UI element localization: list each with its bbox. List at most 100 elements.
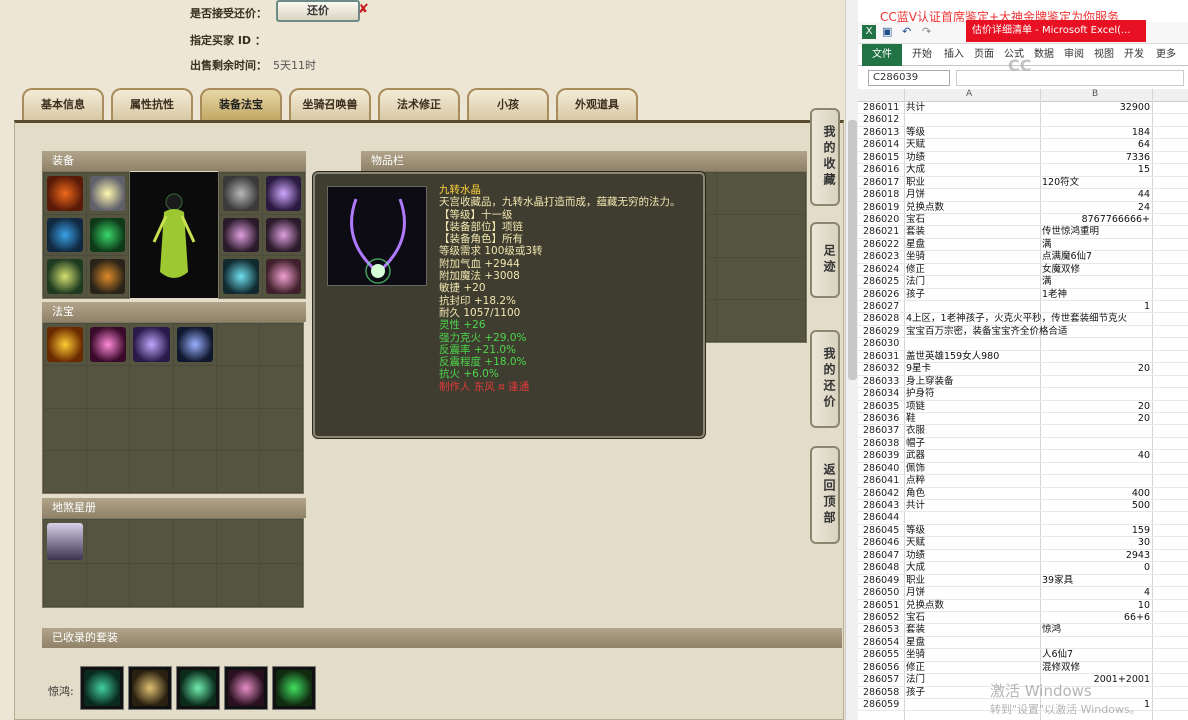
cell-a[interactable]: 月饼: [904, 587, 1040, 599]
treasure-slot[interactable]: [130, 408, 173, 450]
row-number[interactable]: 286028: [858, 313, 904, 325]
star-map-slot[interactable]: [44, 563, 87, 606]
cell-a[interactable]: 法门: [904, 276, 1040, 288]
cell-a[interactable]: 佩饰: [904, 463, 1040, 475]
cell-b[interactable]: 1: [1040, 301, 1152, 313]
close-x-icon[interactable]: ✘: [358, 2, 369, 17]
cell-b[interactable]: 人6仙7: [1042, 649, 1154, 661]
equip-slot[interactable]: [262, 173, 304, 214]
column-header-a[interactable]: A: [966, 89, 972, 99]
row-number[interactable]: 286045: [858, 525, 904, 537]
set-item[interactable]: [272, 666, 316, 710]
ribbon-tab-file[interactable]: 文件: [862, 44, 902, 66]
counter-offer-button[interactable]: 还价: [276, 0, 360, 22]
treasure-slot[interactable]: [259, 324, 302, 366]
row-number[interactable]: 286035: [858, 401, 904, 413]
treasure-slot[interactable]: [216, 408, 259, 450]
cell-b[interactable]: 120符文: [1042, 177, 1154, 189]
cell-a[interactable]: 功绩: [904, 152, 1040, 164]
tab-attributes[interactable]: 属性抗性: [111, 88, 193, 120]
cell-a[interactable]: 宝石: [904, 612, 1040, 624]
star-map-slot[interactable]: [130, 563, 173, 606]
tab-spell-correction[interactable]: 法术修正: [378, 88, 460, 120]
equip-slot[interactable]: [86, 214, 128, 256]
star-map-slot[interactable]: [259, 563, 302, 606]
row-number[interactable]: 286059: [858, 699, 904, 711]
cell-a[interactable]: 共计: [904, 102, 1040, 114]
row-number[interactable]: 286030: [858, 338, 904, 350]
cell-a[interactable]: 职业: [904, 177, 1040, 189]
cell-a[interactable]: 大成: [904, 562, 1040, 574]
treasure-slot[interactable]: [216, 450, 259, 492]
treasure-slot[interactable]: [130, 324, 173, 366]
ribbon-tab-review[interactable]: 审阅: [1064, 44, 1084, 66]
row-number[interactable]: 286016: [858, 164, 904, 176]
undo-icon[interactable]: ↶: [902, 25, 911, 38]
column-header-b[interactable]: B: [1092, 89, 1098, 99]
cell-a[interactable]: 天赋: [904, 139, 1040, 151]
row-number[interactable]: 286029: [858, 326, 904, 338]
cell-a[interactable]: 等级: [904, 525, 1040, 537]
my-favorites-button[interactable]: 我的收藏: [810, 108, 840, 206]
cell-a[interactable]: 衣服: [904, 425, 1040, 437]
cell-a[interactable]: 鞋: [904, 413, 1040, 425]
row-number[interactable]: 286046: [858, 537, 904, 549]
cell-a[interactable]: 职业: [904, 575, 1040, 587]
row-number[interactable]: 286039: [858, 450, 904, 462]
cell-b[interactable]: 159: [1040, 525, 1152, 537]
row-number[interactable]: 286032: [858, 363, 904, 375]
cell-b[interactable]: 30: [1040, 537, 1152, 549]
inventory-slot[interactable]: [717, 299, 805, 341]
set-item[interactable]: [80, 666, 124, 710]
row-number[interactable]: 286022: [858, 239, 904, 251]
treasure-slot[interactable]: [259, 366, 302, 408]
treasure-slot[interactable]: [44, 324, 87, 366]
treasure-slot[interactable]: [44, 408, 87, 450]
row-number[interactable]: 286043: [858, 500, 904, 512]
row-number[interactable]: 286058: [858, 687, 904, 699]
row-number[interactable]: 286027: [858, 301, 904, 313]
cell-b[interactable]: 惊鸿: [1042, 624, 1154, 636]
cell-b[interactable]: 20: [1040, 363, 1152, 375]
row-number[interactable]: 286050: [858, 587, 904, 599]
cell-b[interactable]: 66+6: [1040, 612, 1152, 624]
row-number[interactable]: 286036: [858, 413, 904, 425]
row-number[interactable]: 286040: [858, 463, 904, 475]
row-number[interactable]: 286056: [858, 662, 904, 674]
treasure-slot[interactable]: [259, 450, 302, 492]
tab-children[interactable]: 小孩: [467, 88, 549, 120]
cell-b[interactable]: 24: [1040, 202, 1152, 214]
treasure-slot[interactable]: [87, 324, 130, 366]
cell-a[interactable]: 点粹: [904, 475, 1040, 487]
cell-b[interactable]: 8767766666+: [1040, 214, 1152, 226]
row-number[interactable]: 286051: [858, 600, 904, 612]
row-number[interactable]: 286052: [858, 612, 904, 624]
cell-a[interactable]: 宝宝百万宗密，装备宝宝齐全价格合适: [904, 326, 1068, 338]
cell-b[interactable]: 点满魔6仙7: [1042, 251, 1154, 263]
treasure-slot[interactable]: [216, 366, 259, 408]
cell-b[interactable]: 20: [1040, 413, 1152, 425]
page-scrollbar[interactable]: [845, 0, 858, 720]
equip-slot[interactable]: [262, 214, 304, 256]
tab-appearance[interactable]: 外观道具: [556, 88, 638, 120]
row-number[interactable]: 286038: [858, 438, 904, 450]
cell-b[interactable]: 184: [1040, 127, 1152, 139]
cell-a[interactable]: 套装: [904, 226, 1040, 238]
set-item[interactable]: [128, 666, 172, 710]
cell-a[interactable]: 身上穿装备: [904, 376, 1040, 388]
equip-slot[interactable]: [220, 256, 262, 297]
cell-a[interactable]: 武器: [904, 450, 1040, 462]
treasure-slot[interactable]: [44, 366, 87, 408]
treasure-slot[interactable]: [173, 366, 216, 408]
formula-bar[interactable]: [956, 70, 1184, 86]
cell-a[interactable]: 兑换点数: [904, 202, 1040, 214]
row-number[interactable]: 286044: [858, 512, 904, 524]
cell-b[interactable]: 32900: [1040, 102, 1152, 114]
row-number[interactable]: 286031: [858, 351, 904, 363]
scrollbar-thumb[interactable]: [848, 120, 857, 380]
set-item[interactable]: [224, 666, 268, 710]
cell-b[interactable]: 混修双修: [1042, 662, 1154, 674]
tab-equipment[interactable]: 装备法宝: [200, 88, 282, 120]
row-number[interactable]: 286011: [858, 102, 904, 114]
cell-a[interactable]: 月饼: [904, 189, 1040, 201]
